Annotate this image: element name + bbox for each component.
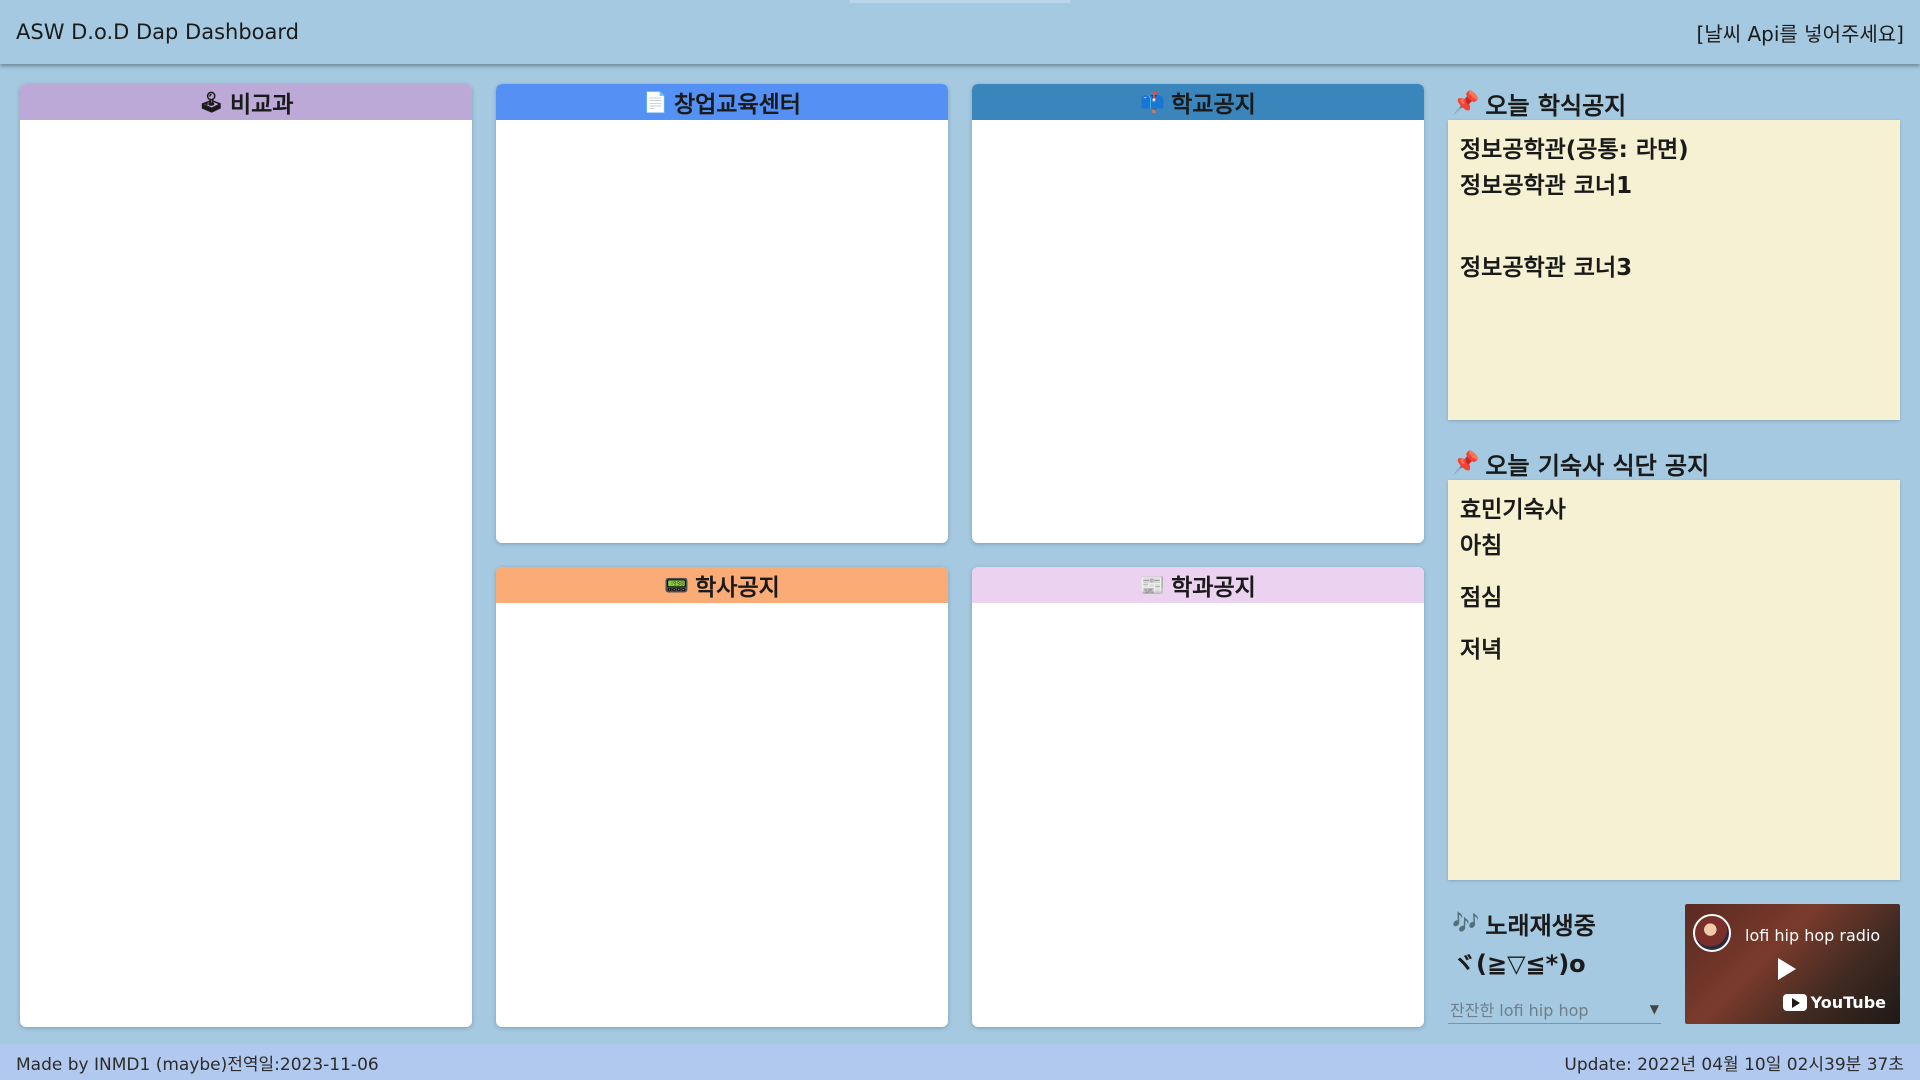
update-timestamp: Update: 2022년 04월 10일 02시39분 37초 [1564,1054,1904,1075]
panel-header: 📟 학사공지 [496,567,948,603]
pin-icon: 📌 [1452,91,1480,116]
panel-academic-notice: 📟 학사공지 [496,567,948,1027]
document-icon: 📄 [643,90,668,114]
panel-title: 학과공지 [1171,575,1256,601]
panel-title: 비교과 [229,92,294,118]
playlist-selected-value: 잔잔한 lofi hip hop [1450,1000,1589,1020]
dorm-title: 📌 오늘 기숙사 식단 공지 [1452,446,1709,481]
music-title-text: 노래재생중 [1485,912,1596,940]
top-bar: ASW D.o.D Dap Dashboard [날씨 Api를 넣어주세요] [0,0,1920,64]
footer: Made by INMD1 (maybe)전역일:2023-11-06 Upda… [0,1044,1920,1080]
music-notes-icon: 🎶 [1452,911,1480,936]
dorm-line: 효민기숙사 [1460,497,1566,523]
chevron-down-icon: ▼ [1649,1001,1659,1016]
panel-school-notice: 📫 학교공지 [972,84,1424,543]
youtube-brand: YouTube [1810,993,1886,1012]
youtube-player[interactable]: lofi hip hop radio YouTube [1685,904,1900,1024]
music-emote: ヾ(≧▽≦*)o [1452,950,1586,978]
panel-header: 📄 창업교육센터 [496,84,948,120]
cafeteria-line: 정보공학관(공통: 라면) [1460,137,1689,163]
music-title: 🎶 노래재생중 [1452,906,1596,941]
panel-title: 학교공지 [1171,92,1256,118]
panel-department-notice: 📰 학과공지 [972,567,1424,1027]
dorm-title-text: 오늘 기숙사 식단 공지 [1485,452,1710,480]
panel-header: 🕹 비교과 [20,84,472,120]
app-title: ASW D.o.D Dap Dashboard [16,20,299,44]
cafeteria-title: 📌 오늘 학식공지 [1452,86,1626,121]
panel-header: 📫 학교공지 [972,84,1424,120]
cafeteria-title-text: 오늘 학식공지 [1485,92,1627,120]
video-title[interactable]: lofi hip hop radio [1745,926,1895,945]
panel-title: 창업교육센터 [673,92,801,118]
drag-handle[interactable] [850,0,1070,3]
weather-widget: [날씨 Api를 넣어주세요] [1696,21,1904,46]
joystick-icon: 🕹 [198,90,224,114]
credit-text: Made by INMD1 (maybe)전역일:2023-11-06 [16,1054,379,1075]
dorm-menu-note: 효민기숙사 아침 점심 저녁 [1448,480,1900,880]
playlist-select[interactable]: 잔잔한 lofi hip hop ▼ [1448,994,1661,1024]
dorm-line: 점심 [1460,585,1503,611]
panel-title: 학사공지 [695,575,780,601]
play-icon[interactable] [1778,958,1796,980]
cafeteria-line: 정보공학관 코너1 [1460,173,1633,199]
panel-extracurricular: 🕹 비교과 [20,84,472,1027]
pager-icon: 📟 [664,573,690,597]
dorm-line: 저녁 [1460,637,1503,663]
youtube-icon [1782,994,1807,1011]
dorm-line: 아침 [1460,533,1503,559]
cafeteria-line: 정보공학관 코너3 [1460,255,1633,281]
mailbox-icon: 📫 [1140,90,1166,114]
youtube-logo[interactable]: YouTube [1782,993,1886,1012]
panel-header: 📰 학과공지 [972,567,1424,603]
newspaper-icon: 📰 [1140,573,1166,597]
panel-startup-center: 📄 창업교육센터 [496,84,948,543]
channel-avatar[interactable] [1693,914,1731,952]
cafeteria-menu-note: 정보공학관(공통: 라면) 정보공학관 코너1 정보공학관 코너3 [1448,120,1900,420]
pin-icon: 📌 [1452,451,1480,476]
